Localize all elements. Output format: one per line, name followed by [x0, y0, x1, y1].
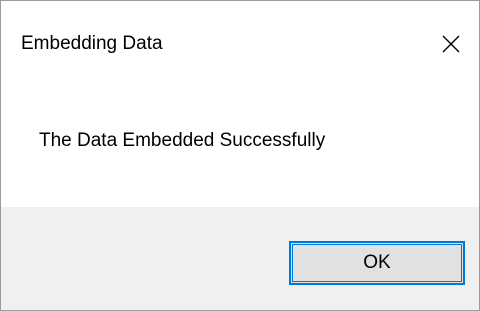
dialog-message: The Data Embedded Successfully [39, 130, 326, 151]
title-bar: Embedding Data [1, 1, 479, 83]
dialog-title: Embedding Data [21, 33, 163, 54]
ok-button-label: OK [363, 252, 391, 273]
ok-button[interactable]: OK [289, 241, 465, 285]
message-area: The Data Embedded Successfully [1, 83, 479, 207]
close-button[interactable] [423, 15, 479, 73]
message-dialog: Embedding Data The Data Embedded Success… [0, 0, 480, 311]
close-icon [442, 35, 460, 53]
button-bar: OK [1, 207, 479, 310]
